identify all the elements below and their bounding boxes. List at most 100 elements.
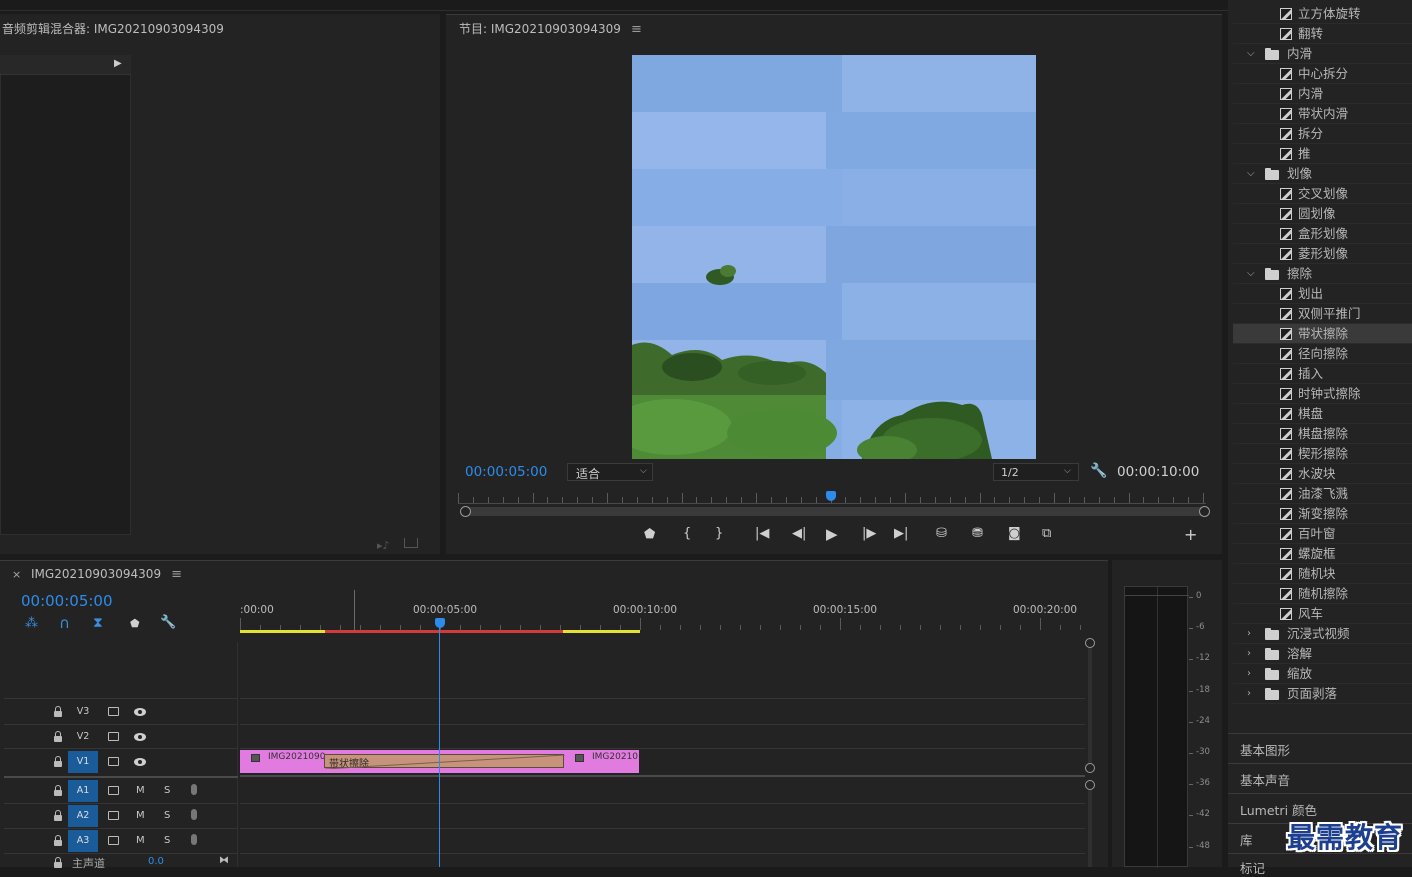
- solo-button[interactable]: S: [164, 785, 170, 796]
- effect-item[interactable]: 菱形划像: [1233, 244, 1412, 264]
- solo-button[interactable]: S: [164, 835, 170, 846]
- effect-folder[interactable]: › 溶解: [1233, 644, 1412, 664]
- zoom-scrollbar[interactable]: [463, 507, 1205, 516]
- chevron-down-icon[interactable]: ⌵: [1247, 164, 1255, 184]
- essential-graphics-panel-tab[interactable]: 基本图形: [1240, 740, 1290, 759]
- sync-lock-icon[interactable]: [108, 732, 119, 741]
- timeline-ruler[interactable]: [240, 618, 1085, 630]
- meter-only-icon[interactable]: ▸♪: [377, 539, 390, 552]
- add-marker-icon[interactable]: ⬟: [130, 617, 140, 630]
- effect-item[interactable]: 双侧平推门: [1233, 304, 1412, 324]
- mute-button[interactable]: M: [136, 810, 145, 821]
- essential-sound-panel-tab[interactable]: 基本声音: [1240, 770, 1290, 789]
- scroll-handle[interactable]: [1085, 763, 1095, 773]
- go-to-out-icon[interactable]: ▶|: [894, 526, 908, 541]
- effect-item[interactable]: 随机擦除: [1233, 584, 1412, 604]
- zoom-handle-left[interactable]: [460, 506, 471, 517]
- sync-lock-icon[interactable]: [108, 757, 119, 766]
- track-a3[interactable]: A3: [68, 830, 98, 852]
- markers-panel-tab[interactable]: 标记: [1240, 858, 1265, 877]
- extract-icon[interactable]: ⛃: [972, 526, 983, 541]
- lock-icon[interactable]: [54, 756, 62, 767]
- panel-menu-icon[interactable]: ≡: [171, 567, 182, 582]
- mark-out-icon[interactable]: }: [715, 526, 723, 541]
- lock-icon[interactable]: [54, 857, 62, 868]
- video-track-scrollbar[interactable]: [1088, 640, 1092, 770]
- step-back-icon[interactable]: ◀|: [792, 526, 806, 541]
- effect-item[interactable]: 棋盘擦除: [1233, 424, 1412, 444]
- lock-icon[interactable]: [54, 835, 62, 846]
- audio-track-scrollbar[interactable]: [1088, 782, 1092, 867]
- effect-item[interactable]: 圆划像: [1233, 204, 1412, 224]
- eye-icon[interactable]: [134, 758, 146, 766]
- track-v1[interactable]: V1: [68, 751, 98, 773]
- effect-item[interactable]: 随机块: [1233, 564, 1412, 584]
- transition-band-wipe[interactable]: 带状擦除: [324, 754, 565, 770]
- close-icon[interactable]: ×: [12, 568, 21, 581]
- go-to-in-icon[interactable]: |◀: [755, 526, 769, 541]
- effect-item[interactable]: 拆分: [1233, 124, 1412, 144]
- master-volume-value[interactable]: 0.0: [148, 856, 164, 867]
- effect-item[interactable]: 翻转: [1233, 24, 1412, 44]
- track-a2[interactable]: A2: [68, 805, 98, 827]
- wrench-icon[interactable]: 🔧: [1090, 463, 1107, 479]
- audio-mixer-title[interactable]: 音频剪辑混合器: IMG20210903094309: [2, 20, 224, 37]
- mark-in-icon[interactable]: {: [683, 526, 691, 541]
- chevron-right-icon[interactable]: ›: [1247, 644, 1251, 664]
- lock-icon[interactable]: [54, 810, 62, 821]
- chevron-down-icon[interactable]: ⌵: [1247, 264, 1255, 284]
- scroll-handle[interactable]: [1085, 780, 1095, 790]
- lock-icon[interactable]: [54, 731, 62, 742]
- effect-folder[interactable]: › 页面剥落: [1233, 684, 1412, 704]
- fit-select[interactable]: 适合 ⌵: [567, 463, 653, 481]
- effect-folder[interactable]: ⌵ 擦除: [1233, 264, 1412, 284]
- effect-item[interactable]: 渐变擦除: [1233, 504, 1412, 524]
- effect-item[interactable]: 百叶窗: [1233, 524, 1412, 544]
- eye-icon[interactable]: [134, 708, 146, 716]
- effect-item[interactable]: 插入: [1233, 364, 1412, 384]
- play-icon[interactable]: ▶: [826, 525, 838, 543]
- program-playhead[interactable]: [826, 491, 836, 501]
- wrench-icon[interactable]: 🔧: [160, 615, 176, 630]
- track-v3[interactable]: V3: [68, 701, 98, 723]
- effect-item[interactable]: 水波块: [1233, 464, 1412, 484]
- zoom-handle-right[interactable]: [1199, 506, 1210, 517]
- panel-menu-icon[interactable]: ≡: [631, 22, 642, 37]
- effect-folder[interactable]: ⌵ 内滑: [1233, 44, 1412, 64]
- step-forward-icon[interactable]: |▶: [862, 526, 876, 541]
- timeline-timecode[interactable]: 00:00:05:00: [21, 592, 113, 610]
- timeline-title[interactable]: IMG20210903094309 ≡: [31, 567, 182, 582]
- effect-item[interactable]: 风车: [1233, 604, 1412, 624]
- microphone-icon[interactable]: [191, 834, 197, 845]
- chevron-right-icon[interactable]: ›: [1247, 624, 1251, 644]
- timeline-playhead[interactable]: [435, 618, 445, 628]
- effect-item[interactable]: 时钟式擦除: [1233, 384, 1412, 404]
- effect-item[interactable]: 楔形擦除: [1233, 444, 1412, 464]
- effect-item[interactable]: 内滑: [1233, 84, 1412, 104]
- expand-right-icon[interactable]: ▶: [114, 58, 122, 69]
- chevron-right-icon[interactable]: ›: [1247, 684, 1251, 704]
- chevron-right-icon[interactable]: ›: [1247, 664, 1251, 684]
- effect-item[interactable]: 棋盘: [1233, 404, 1412, 424]
- camera-icon[interactable]: ◙: [1008, 526, 1021, 541]
- effect-item[interactable]: 交叉划像: [1233, 184, 1412, 204]
- compare-view-icon[interactable]: ⧉: [1042, 526, 1051, 541]
- lock-icon[interactable]: [54, 706, 62, 717]
- add-button-icon[interactable]: +: [1184, 525, 1197, 544]
- effect-item[interactable]: 径向擦除: [1233, 344, 1412, 364]
- sync-lock-icon[interactable]: [108, 707, 119, 716]
- effect-item[interactable]: 油漆飞溅: [1233, 484, 1412, 504]
- solo-button[interactable]: S: [164, 810, 170, 821]
- eye-icon[interactable]: [134, 733, 146, 741]
- effect-item[interactable]: 中心拆分: [1233, 64, 1412, 84]
- mute-button[interactable]: M: [136, 835, 145, 846]
- program-title[interactable]: 节目: IMG20210903094309 ≡: [459, 20, 642, 37]
- effect-item[interactable]: 推: [1233, 144, 1412, 164]
- effect-item[interactable]: 立方体旋转: [1233, 4, 1412, 24]
- effect-item[interactable]: 带状擦除: [1233, 324, 1412, 344]
- effect-item[interactable]: 带状内滑: [1233, 104, 1412, 124]
- linked-selection-icon[interactable]: ⧗: [93, 615, 103, 631]
- lock-icon[interactable]: [54, 785, 62, 796]
- effect-item[interactable]: 螺旋框: [1233, 544, 1412, 564]
- effect-item[interactable]: 划出: [1233, 284, 1412, 304]
